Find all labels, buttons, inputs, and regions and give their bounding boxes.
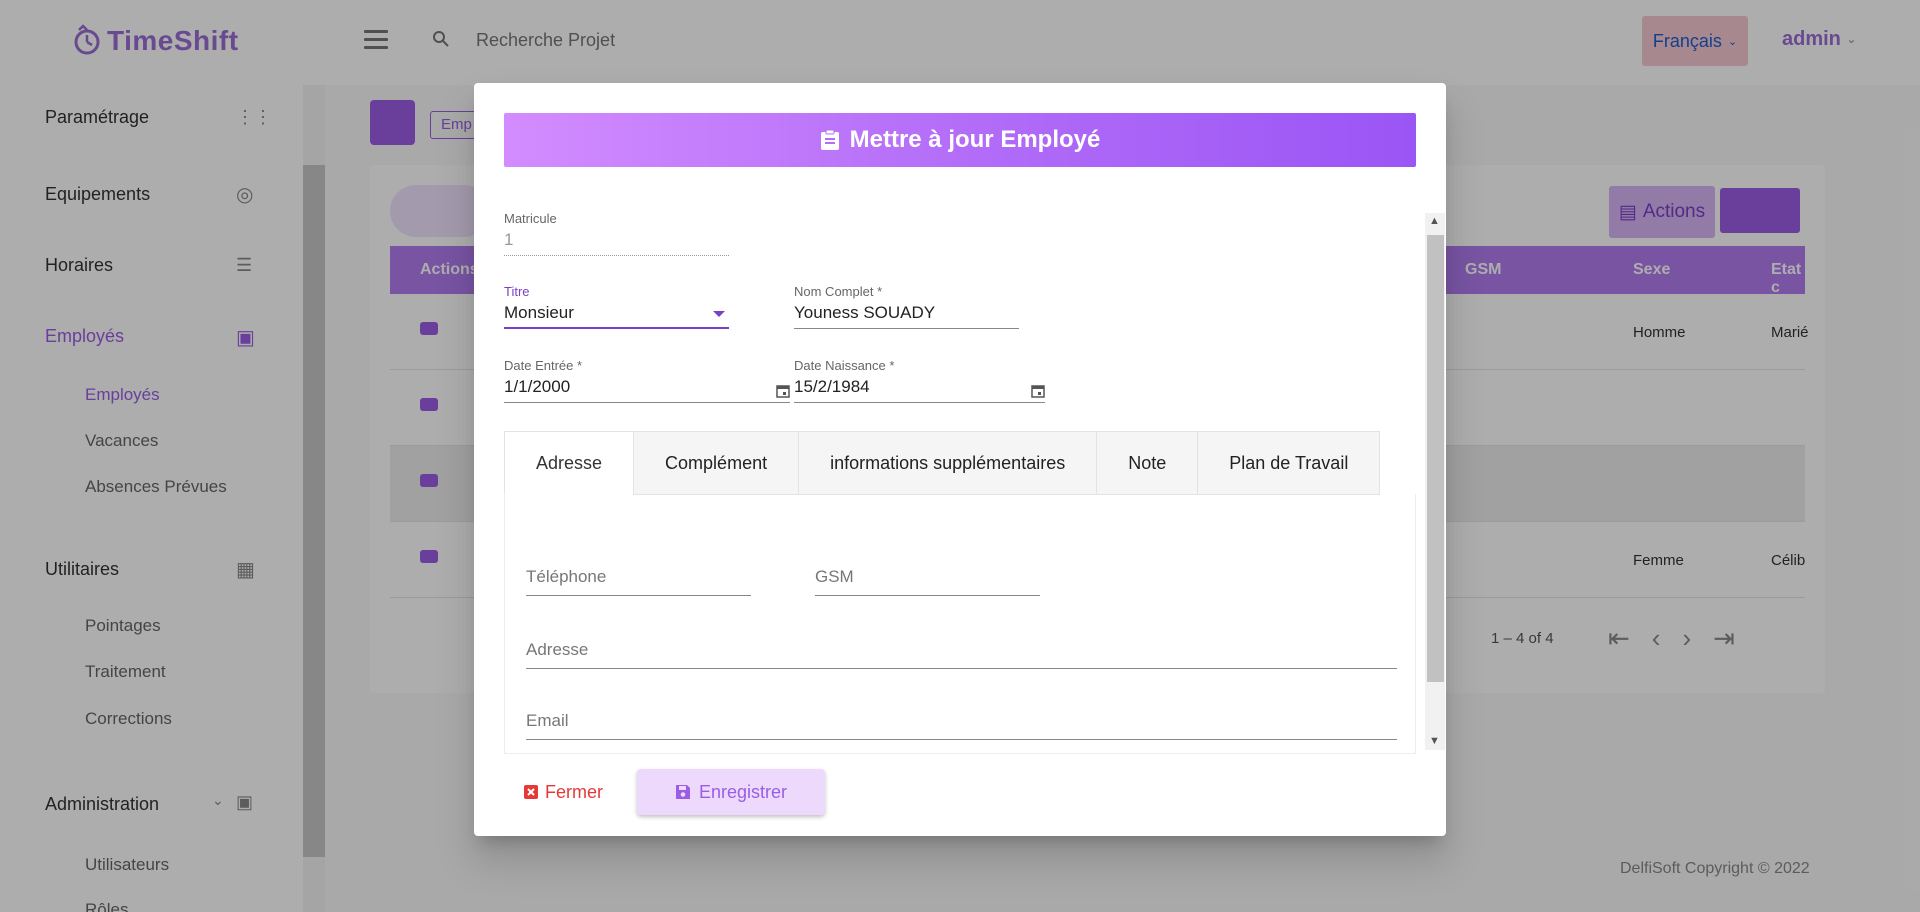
tab-complement[interactable]: Complément [634,431,800,495]
update-employee-dialog: Mettre à jour Employé Matricule 1 Titre … [474,83,1446,836]
date-naissance-input[interactable]: 15/2/1984 [794,377,1045,403]
scroll-up-arrow-icon[interactable]: ▲ [1429,215,1440,227]
date-naissance-label: Date Naissance * [794,358,895,373]
titre-label: Titre [504,284,530,299]
calendar-icon[interactable] [776,384,790,398]
nom-complet-label: Nom Complet * [794,284,883,299]
matricule-label: Matricule [504,211,557,226]
tab-note[interactable]: Note [1097,431,1199,495]
titre-value: Monsieur [504,303,729,329]
email-input[interactable]: Email [526,711,1397,740]
dropdown-arrow-icon [713,311,725,317]
close-button[interactable]: Fermer [504,769,623,815]
nom-complet-field[interactable]: Nom Complet * Youness SOUADY [794,284,1019,329]
close-button-label: Fermer [545,781,603,802]
date-entree-field[interactable]: Date Entrée * 1/1/2000 [504,358,790,403]
date-entree-label: Date Entrée * [504,358,583,373]
tab-bar: Adresse Complément informations suppléme… [504,431,1381,495]
date-naissance-field[interactable]: Date Naissance * 15/2/1984 [794,358,1045,403]
matricule-field: Matricule 1 [504,211,729,256]
titre-select[interactable]: Titre Monsieur [504,284,729,329]
close-box-icon [524,785,538,799]
adresse-input[interactable]: Adresse [526,640,1397,669]
date-entree-input[interactable]: 1/1/2000 [504,377,790,403]
clipboard-icon [820,129,839,150]
save-button-label: Enregistrer [698,781,788,802]
floppy-disk-icon [675,785,690,799]
telephone-input[interactable]: Téléphone [526,567,751,596]
gsm-input[interactable]: GSM [815,567,1040,596]
dialog-actions: Fermer Enregistrer [504,769,825,815]
tab-informations-supplementaires[interactable]: informations supplémentaires [799,431,1098,495]
dialog-title: Mettre à jour Employé [849,126,1101,153]
calendar-icon[interactable] [1031,384,1045,398]
tab-adresse[interactable]: Adresse [504,431,635,495]
matricule-value: 1 [504,230,729,256]
dialog-header: Mettre à jour Employé [504,113,1416,167]
dialog-scrollbar[interactable]: ▲ ▼ [1425,213,1445,750]
nom-complet-input[interactable]: Youness SOUADY [794,303,1019,329]
save-button[interactable]: Enregistrer [637,769,825,815]
scrollbar-thumb[interactable] [1427,235,1444,682]
scroll-down-arrow-icon[interactable]: ▼ [1429,735,1440,747]
tab-plan-de-travail[interactable]: Plan de Travail [1198,431,1381,495]
